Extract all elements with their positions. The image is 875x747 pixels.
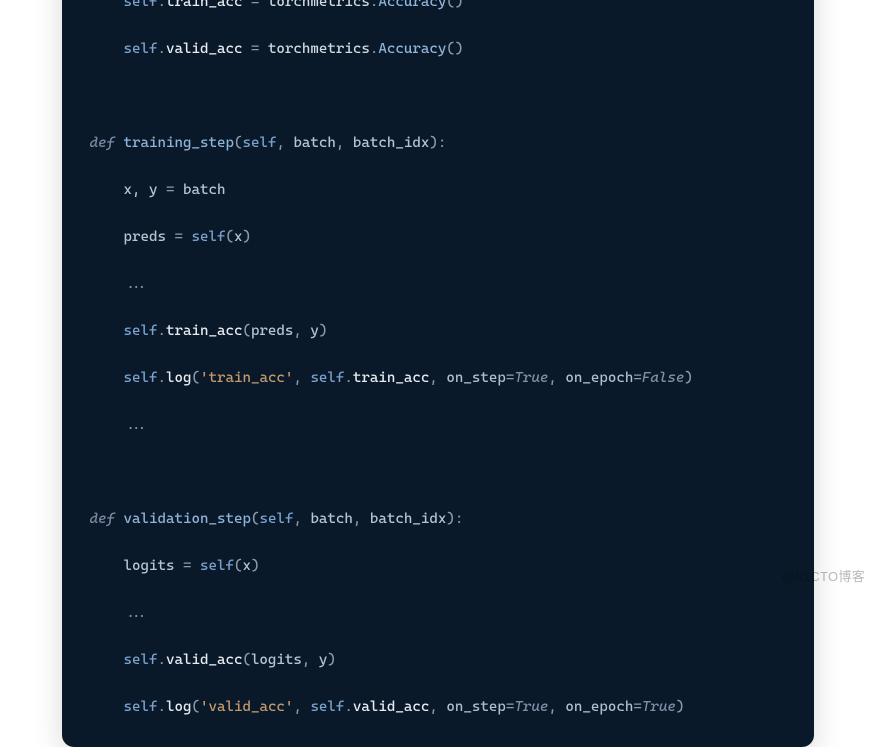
code-line: self.valid_acc = torchmetrics.Accuracy() bbox=[90, 38, 786, 61]
code-line: self.log('train_acc', self.train_acc, on… bbox=[90, 367, 786, 390]
code-line: def validation_step(self, batch, batch_i… bbox=[90, 508, 786, 531]
code-line: self.train_acc(preds, y) bbox=[90, 320, 786, 343]
code-line: logits = self(x) bbox=[90, 555, 786, 578]
code-line: self.train_acc = torchmetrics.Accuracy() bbox=[90, 0, 786, 14]
code-line: def training_step(self, batch, batch_idx… bbox=[90, 132, 786, 155]
code-card: def __init__(self): ... self.train_acc =… bbox=[62, 0, 814, 747]
code-line: ... bbox=[90, 273, 786, 296]
code-line: ... bbox=[90, 414, 786, 437]
code-line: preds = self(x) bbox=[90, 226, 786, 249]
code-line: self.log('valid_acc', self.valid_acc, on… bbox=[90, 696, 786, 719]
code-block: def __init__(self): ... self.train_acc =… bbox=[90, 0, 786, 719]
blank-line bbox=[90, 85, 786, 108]
blank-line bbox=[90, 461, 786, 484]
watermark-text: @51CTO博客 bbox=[782, 566, 865, 585]
code-line: ... bbox=[90, 602, 786, 625]
code-line: self.valid_acc(logits, y) bbox=[90, 649, 786, 672]
code-line: x, y = batch bbox=[90, 179, 786, 202]
